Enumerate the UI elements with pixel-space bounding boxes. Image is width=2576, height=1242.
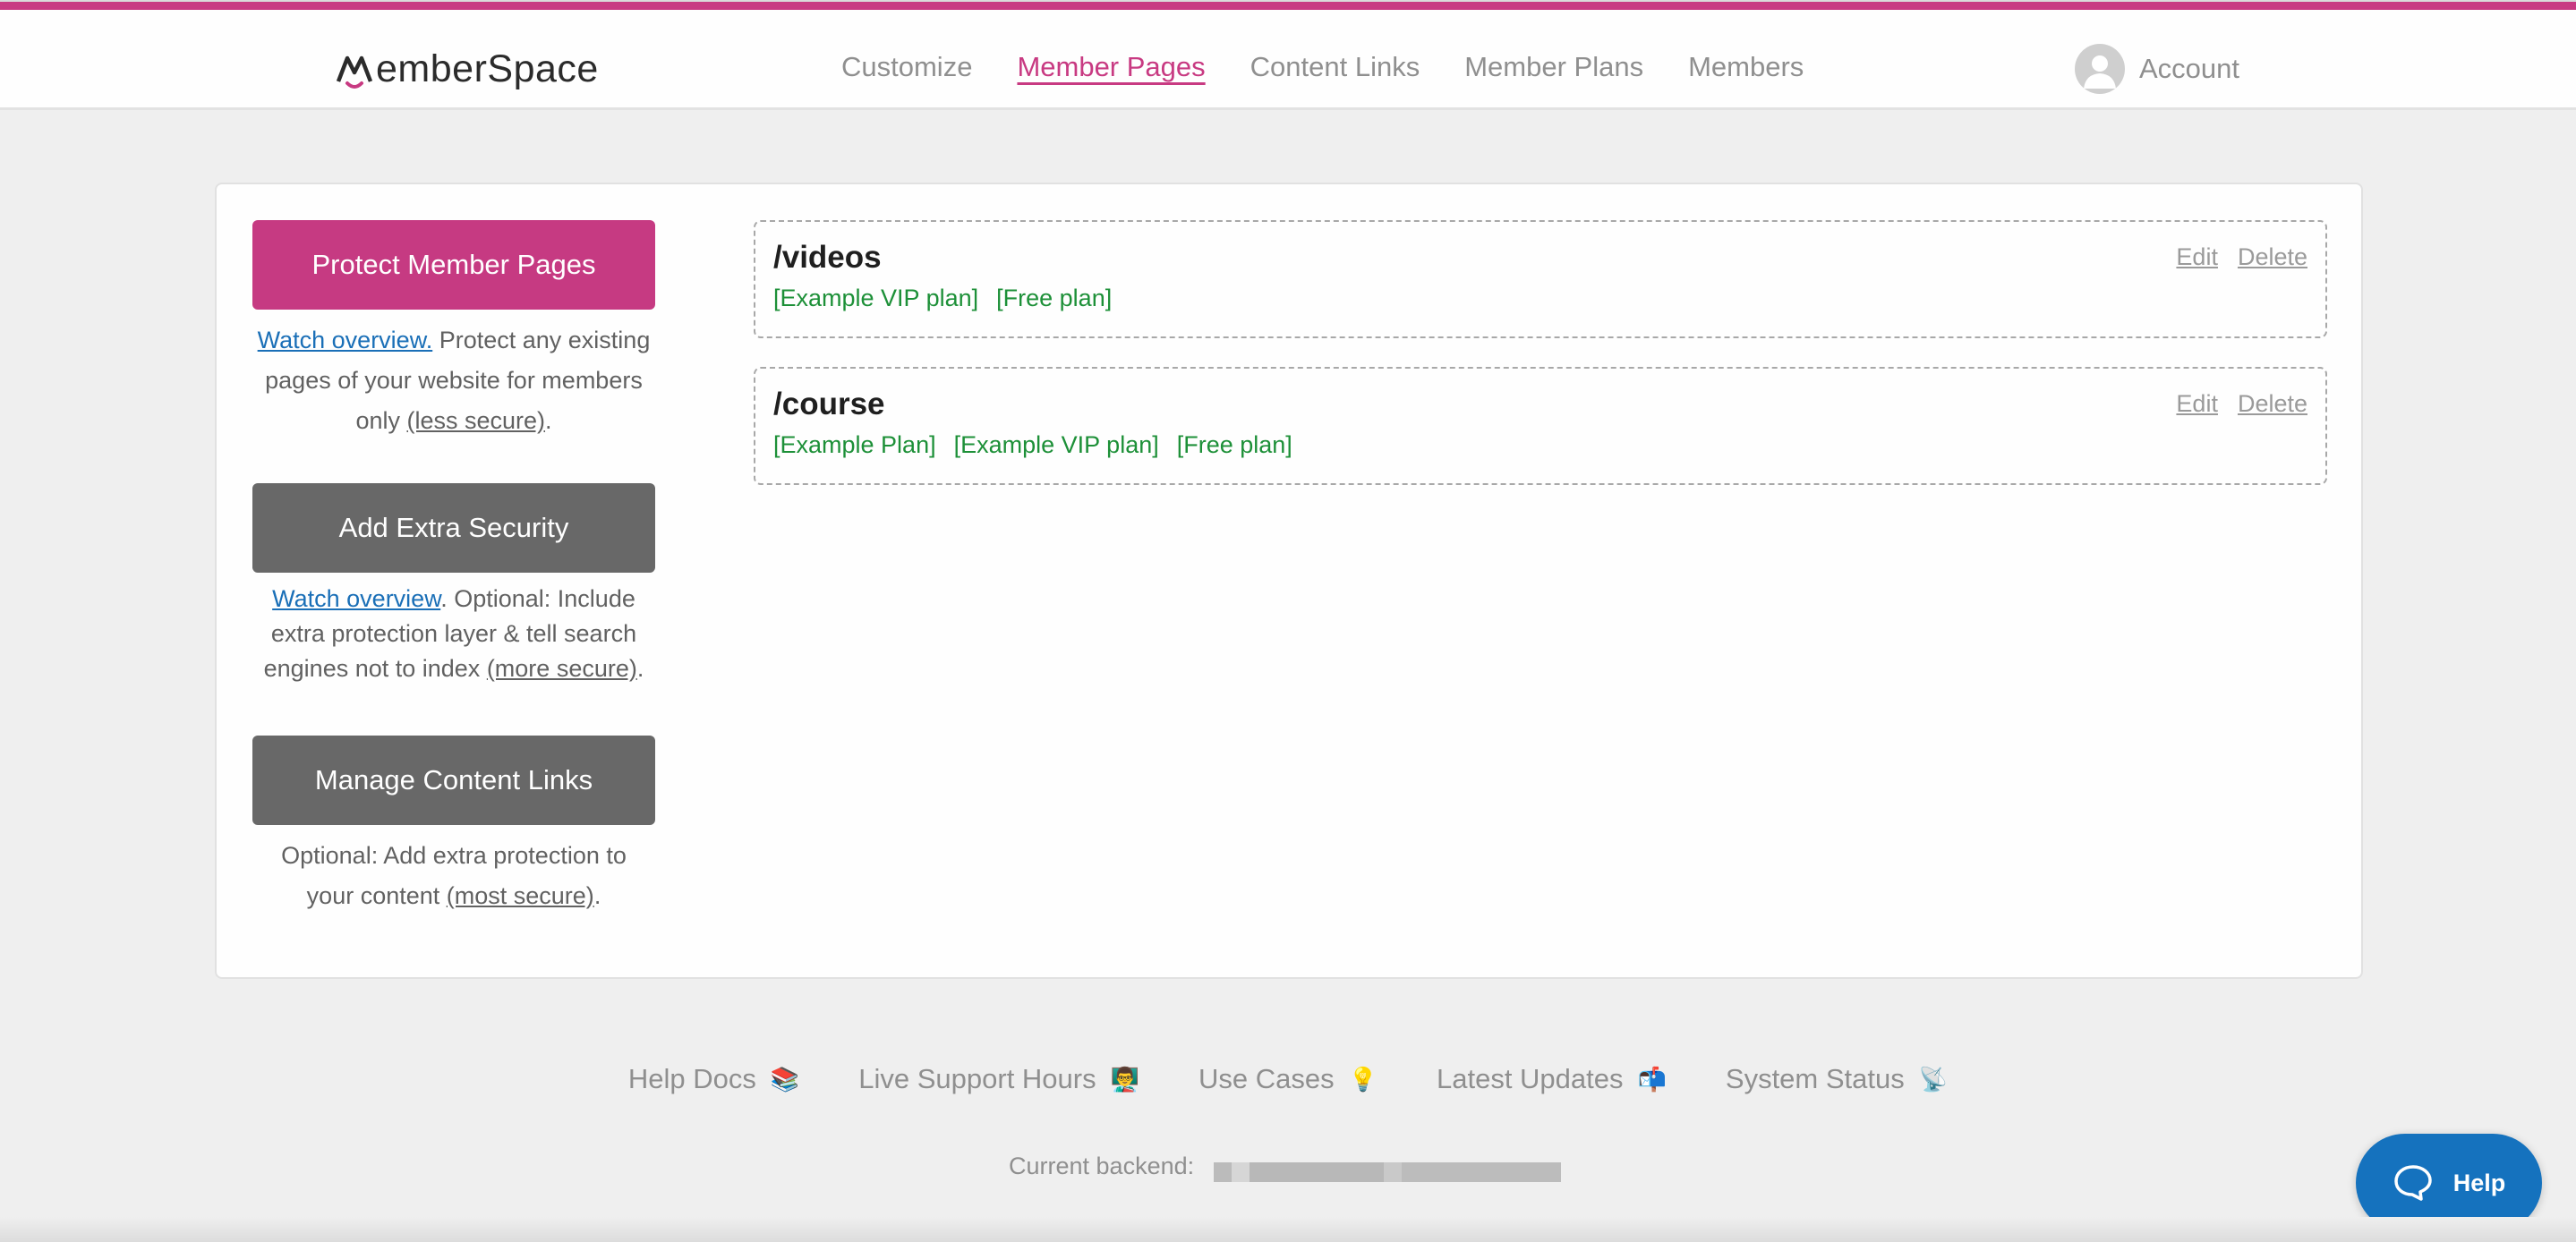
mailbox-icon: 📬	[1637, 1065, 1667, 1093]
brand-accent-bar	[0, 0, 2576, 10]
books-icon: 📚	[770, 1065, 800, 1093]
plan-tag: [Free plan]	[996, 285, 1113, 311]
logo-m-smile-icon	[335, 51, 374, 89]
nav-members[interactable]: Members	[1688, 40, 1804, 94]
edit-link[interactable]: Edit	[2176, 390, 2218, 418]
teacher-icon: 👨‍🏫	[1110, 1065, 1139, 1093]
chat-bubble-icon	[2393, 1165, 2432, 1201]
most-secure-link[interactable]: (most secure)	[447, 882, 594, 909]
account-menu[interactable]: Account	[2075, 44, 2239, 94]
redacted-backend-value	[1214, 1162, 1562, 1182]
backend-label: Current backend:	[1009, 1152, 1195, 1179]
edit-link[interactable]: Edit	[2176, 243, 2218, 271]
main-nav: Customize Member Pages Content Links Mem…	[841, 40, 1848, 94]
page-path: /course	[773, 387, 885, 421]
protected-page-card: /videos [Example VIP plan] [Free plan] E…	[754, 220, 2327, 338]
plan-tag: [Example VIP plan]	[773, 285, 979, 311]
current-backend: Current backend:	[1009, 1150, 1562, 1182]
footer-use-cases-link[interactable]: Use Cases 💡	[1198, 1063, 1378, 1095]
plan-list: [Example Plan] [Example VIP plan] [Free …	[773, 431, 1310, 459]
account-label: Account	[2139, 53, 2240, 84]
card-actions: Edit Delete	[2156, 243, 2307, 271]
window-bottom-edge	[0, 1217, 2576, 1242]
logo-text: emberSpace	[376, 47, 599, 90]
page-path: /videos	[773, 240, 882, 275]
more-secure-link[interactable]: (more secure)	[487, 655, 637, 682]
top-navigation-bar: emberSpace Customize Member Pages Conten…	[0, 10, 2576, 110]
footer-help-docs-link[interactable]: Help Docs 📚	[628, 1063, 799, 1095]
less-secure-link[interactable]: (less secure)	[406, 407, 545, 434]
card-actions: Edit Delete	[2156, 390, 2307, 418]
help-label: Help	[2452, 1169, 2506, 1196]
nav-customize[interactable]: Customize	[841, 40, 972, 94]
satellite-dish-icon: 📡	[1918, 1065, 1949, 1093]
security-description: Watch overview. Optional: Include extra …	[263, 585, 644, 682]
nav-member-plans[interactable]: Member Plans	[1464, 40, 1643, 94]
watch-overview-link[interactable]: Watch overview.	[258, 327, 433, 353]
footer-links: Help Docs 📚 Live Support Hours 👨‍🏫 Use C…	[0, 1063, 2576, 1095]
manage-content-links-button[interactable]: Manage Content Links	[252, 736, 655, 825]
delete-link[interactable]: Delete	[2238, 390, 2307, 418]
protected-page-card: /course [Example Plan] [Example VIP plan…	[754, 367, 2327, 485]
plan-tag: [Example Plan]	[773, 431, 936, 458]
add-extra-security-button[interactable]: Add Extra Security	[252, 483, 655, 573]
delete-link[interactable]: Delete	[2238, 243, 2307, 271]
plan-list: [Example VIP plan] [Free plan]	[773, 285, 1130, 312]
content-description: Optional: Add extra protection to your c…	[281, 842, 627, 909]
protect-member-pages-button[interactable]: Protect Member Pages	[252, 220, 655, 310]
footer-live-support-link[interactable]: Live Support Hours 👨‍🏫	[858, 1063, 1139, 1095]
member-pages-panel: Protect Member Pages Watch overview. Pro…	[215, 183, 2363, 979]
lightbulb-icon: 💡	[1348, 1065, 1378, 1093]
watch-overview-link[interactable]: Watch overview	[272, 585, 440, 612]
plan-tag: [Example VIP plan]	[953, 431, 1159, 458]
nav-member-pages[interactable]: Member Pages	[1017, 40, 1205, 94]
avatar-icon	[2075, 44, 2125, 94]
memberspace-logo[interactable]: emberSpace	[335, 42, 599, 96]
nav-content-links[interactable]: Content Links	[1250, 40, 1420, 94]
plan-tag: [Free plan]	[1176, 431, 1292, 458]
protect-description: Watch overview. Protect any existing pag…	[257, 327, 651, 434]
footer-system-status-link[interactable]: System Status 📡	[1726, 1063, 1948, 1095]
footer-latest-updates-link[interactable]: Latest Updates 📬	[1437, 1063, 1667, 1095]
